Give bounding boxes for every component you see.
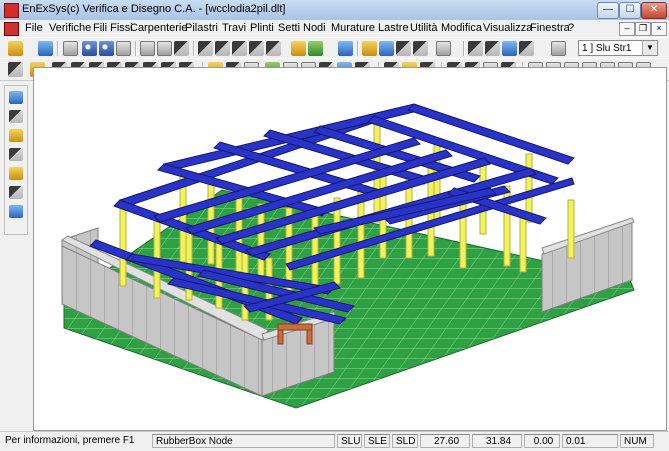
status-help-text: Per informazioni, premere F1 <box>5 435 135 446</box>
node-icon[interactable] <box>379 41 394 56</box>
section-icon[interactable] <box>249 41 264 56</box>
load-combination-value: 1 ] Slu Str1 <box>582 43 632 54</box>
window-title: EnExSys(c) Verifica e Disegno C.A. - [wc… <box>22 3 286 15</box>
close-button[interactable]: ✕ <box>641 2 667 19</box>
menu-visualizza[interactable]: Visualizza <box>483 22 532 34</box>
display-icon[interactable] <box>551 41 566 56</box>
render-icon[interactable] <box>291 41 306 56</box>
separator <box>463 41 465 56</box>
chevron-down-icon[interactable]: ▼ <box>642 41 657 55</box>
refresh-icon[interactable] <box>338 41 353 56</box>
frame2-icon[interactable] <box>485 41 500 56</box>
structure-3d-render <box>61 103 635 409</box>
measure-icon[interactable] <box>266 41 281 56</box>
menu-pilastri[interactable]: Pilastri <box>185 22 218 34</box>
frame-icon[interactable] <box>468 41 483 56</box>
status-sle: SLE <box>364 434 390 448</box>
grid-icon[interactable] <box>198 41 213 56</box>
menu-verifiche[interactable]: Verifiche <box>49 22 91 34</box>
menu-nodi[interactable]: Nodi <box>303 22 326 34</box>
maximize-button[interactable]: ☐ <box>619 2 641 19</box>
column-icon[interactable] <box>396 41 411 56</box>
minimize-button[interactable]: — <box>597 2 619 19</box>
wall-check-icon[interactable] <box>9 167 23 180</box>
open-icon[interactable] <box>8 41 23 56</box>
menu-travi[interactable]: Travi <box>222 22 246 34</box>
section-tool-icon[interactable] <box>9 91 23 104</box>
beam-check-icon[interactable] <box>9 110 23 123</box>
menu-help[interactable]: ? <box>568 22 574 34</box>
separator <box>357 41 359 56</box>
status-num: NUM <box>620 434 654 448</box>
wall-icon[interactable] <box>413 41 428 56</box>
status-bar: Per informazioni, premere F1 RubberBox N… <box>0 431 669 451</box>
zoom-window-icon[interactable] <box>116 41 131 56</box>
slab-check-icon[interactable] <box>9 148 23 161</box>
dimension-icon[interactable] <box>232 41 247 56</box>
load-icon[interactable] <box>519 41 534 56</box>
move-icon[interactable] <box>436 41 451 56</box>
left-toolbar <box>4 85 28 235</box>
beam-icon[interactable] <box>362 41 377 56</box>
menu-setti[interactable]: Setti <box>278 22 300 34</box>
separator <box>135 41 137 56</box>
separator <box>193 41 195 56</box>
menu-modifica[interactable]: Modifica <box>441 22 482 34</box>
menu-fili-fissi[interactable]: Fili Fissi <box>93 22 133 34</box>
model-viewport[interactable] <box>33 67 667 431</box>
menu-plinti[interactable]: Plinti <box>250 22 274 34</box>
menu-lastre[interactable]: Lastre <box>378 22 409 34</box>
axes-icon[interactable] <box>215 41 230 56</box>
menu-finestra[interactable]: Finestra <box>530 22 570 34</box>
status-value-1: 0.00 <box>524 434 560 448</box>
menu-bar: File Verifiche Fili Fissi Carpenterie Pi… <box>0 20 669 37</box>
menu-carpenterie[interactable]: Carpenterie <box>130 22 187 34</box>
mdi-restore-button[interactable]: ❐ <box>635 22 651 36</box>
menu-murature[interactable]: Murature <box>331 22 375 34</box>
axis-tool-icon[interactable] <box>8 62 23 77</box>
column-check-icon[interactable] <box>9 129 23 142</box>
zoom-in-icon[interactable] <box>82 41 97 56</box>
view-front-icon[interactable] <box>140 41 155 56</box>
view-side-icon[interactable] <box>157 41 172 56</box>
status-mode: RubberBox Node <box>152 434 335 448</box>
mdi-close-button[interactable]: × <box>651 22 667 36</box>
view-top-icon[interactable] <box>174 41 189 56</box>
status-sld: SLD <box>392 434 418 448</box>
save-icon[interactable] <box>38 41 53 56</box>
menu-file[interactable]: File <box>25 22 43 34</box>
separator <box>57 41 59 56</box>
load-combination-select[interactable]: 1 ] Slu Str1 ▼ <box>578 40 658 56</box>
status-x: 27.60 <box>420 434 470 448</box>
support-icon[interactable] <box>502 41 517 56</box>
toolbar-main: 1 ] Slu Str1 ▼ <box>0 37 669 60</box>
status-value-2: 0.01 <box>562 434 618 448</box>
status-y: 31.84 <box>472 434 522 448</box>
title-bar: EnExSys(c) Verifica e Disegno C.A. - [wc… <box>0 0 669 21</box>
color-icon[interactable] <box>308 41 323 56</box>
document-icon[interactable] <box>4 22 19 36</box>
foundation-check-icon[interactable] <box>9 205 23 218</box>
zoom-out-icon[interactable] <box>99 41 114 56</box>
menu-utilita[interactable]: Utilità <box>410 22 438 34</box>
print-icon[interactable] <box>63 41 78 56</box>
status-slu: SLU <box>337 434 362 448</box>
mdi-minimize-button[interactable]: – <box>619 22 635 36</box>
app-icon <box>4 3 19 18</box>
node-check-icon[interactable] <box>9 186 23 199</box>
